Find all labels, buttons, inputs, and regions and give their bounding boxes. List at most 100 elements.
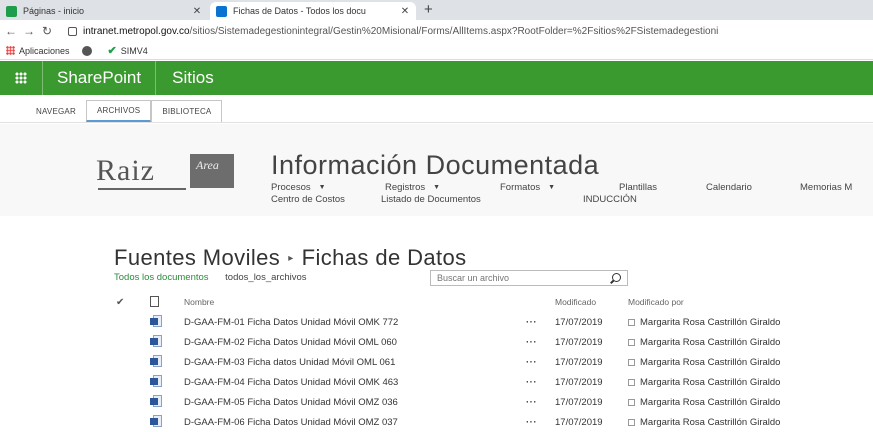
table-row[interactable]: D-GAA-FM-01 Ficha Datos Unidad Móvil OMK… [114, 312, 873, 332]
document-name-link[interactable]: D-GAA-FM-06 Ficha Datos Unidad Móvil OMZ… [184, 417, 398, 428]
tab-label: Páginas - inicio [23, 6, 85, 16]
word-doc-icon [150, 414, 166, 430]
checkmark-logo-icon: ✔ [107, 45, 117, 57]
modified-by[interactable]: Margarita Rosa Castrillón Giraldo [628, 377, 780, 388]
document-name-link[interactable]: D-GAA-FM-02 Ficha Datos Unidad Móvil OML… [184, 337, 397, 348]
browser-tab-strip: Páginas - inicio ✕ Fichas de Datos - Tod… [0, 0, 873, 20]
nav-label: Registros [385, 182, 426, 193]
chevron-down-icon: ▼ [548, 184, 556, 191]
site-logo[interactable]: Raiz Area [96, 150, 246, 192]
tab-archivos[interactable]: ARCHIVOS [85, 100, 152, 122]
search-icon[interactable] [612, 273, 621, 282]
modified-by-name: Margarita Rosa Castrillón Giraldo [640, 336, 781, 348]
close-icon[interactable]: ✕ [190, 6, 204, 17]
more-options-icon[interactable]: ··· [526, 357, 537, 368]
tab-navegar[interactable]: NAVEGAR [26, 100, 86, 122]
app-launcher-button[interactable] [0, 61, 42, 95]
more-options-icon[interactable]: ··· [526, 317, 537, 328]
nav-item-centro-de-costos[interactable]: Centro de Costos [271, 194, 345, 205]
site-title[interactable]: Información Documentada [271, 150, 599, 181]
nav-label: Formatos [500, 182, 541, 193]
word-doc-icon [150, 354, 166, 370]
chevron-down-icon: ▼ [433, 184, 441, 191]
nav-item-formatos[interactable]: Formatos ▼ [500, 182, 555, 193]
url-field[interactable]: intranet.metropol.gov.co/sitios/Sistemad… [83, 26, 718, 37]
modified-by[interactable]: Margarita Rosa Castrillón Giraldo [628, 417, 780, 428]
area-logo-badge: Area [190, 154, 234, 188]
suite-brand-link[interactable]: SharePoint [42, 61, 157, 95]
lock-icon[interactable] [68, 26, 77, 36]
browser-tab-paginas-inicio[interactable]: Páginas - inicio ✕ [0, 2, 208, 20]
nav-item-procesos[interactable]: Procesos ▼ [271, 182, 326, 193]
bookmark-globe[interactable] [81, 45, 96, 56]
reload-icon[interactable]: ↻ [40, 24, 54, 38]
modified-date: 17/07/2019 [555, 356, 603, 368]
breadcrumb-parent-link[interactable]: Fuentes Moviles [114, 245, 280, 270]
document-name-link[interactable]: D-GAA-FM-05 Ficha Datos Unidad Móvil OMZ… [184, 397, 398, 408]
back-arrow-icon[interactable]: ← [4, 24, 18, 38]
modified-date: 17/07/2019 [555, 376, 603, 388]
nav-item-listado-de-documentos[interactable]: Listado de Documentos [381, 194, 481, 205]
nav-item-registros[interactable]: Registros ▼ [385, 182, 440, 193]
browser-tab-fichas-de-datos[interactable]: Fichas de Datos - Todos los docu ✕ [210, 2, 416, 20]
select-all-checkmark-icon[interactable]: ✔ [116, 297, 128, 308]
presence-icon [628, 358, 635, 366]
ribbon-tabs: NAVEGAR ARCHIVOS BIBLIOTECA [0, 95, 873, 123]
table-row[interactable]: D-GAA-FM-02 Ficha Datos Unidad Móvil OML… [114, 332, 873, 352]
sharepoint-suite-bar: SharePoint Sitios [0, 61, 873, 95]
sharepoint-blue-icon [216, 5, 227, 17]
nav-item-memorias[interactable]: Memorias M [800, 182, 852, 193]
bookmark-simv4[interactable]: ✔ SIMV4 [108, 44, 148, 57]
modified-date: 17/07/2019 [555, 336, 603, 348]
document-name-link[interactable]: D-GAA-FM-01 Ficha Datos Unidad Móvil OMK… [184, 317, 398, 328]
nav-item-calendario[interactable]: Calendario [706, 182, 752, 193]
globe-icon [81, 45, 92, 56]
logo-box-text: Area [196, 158, 219, 172]
document-name-link[interactable]: D-GAA-FM-03 Ficha datos Unidad Móvil OML… [184, 357, 395, 368]
presence-icon [628, 378, 635, 386]
modified-date: 17/07/2019 [555, 316, 603, 328]
logo-text: Raiz [96, 154, 155, 187]
word-doc-icon [150, 314, 166, 330]
more-options-icon[interactable]: ··· [526, 417, 537, 428]
view-todos-los-archivos[interactable]: todos_los_archivos [225, 272, 306, 283]
table-row[interactable]: D-GAA-FM-05 Ficha Datos Unidad Móvil OMZ… [114, 392, 873, 412]
nav-item-plantillas[interactable]: Plantillas [619, 182, 657, 193]
bookmark-label: SIMV4 [120, 45, 148, 56]
new-tab-icon[interactable]: + [424, 1, 433, 18]
modified-by[interactable]: Margarita Rosa Castrillón Giraldo [628, 357, 780, 368]
modified-by[interactable]: Margarita Rosa Castrillón Giraldo [628, 337, 780, 348]
address-bar: ← → ↻ intranet.metropol.gov.co/sitios/Si… [0, 20, 873, 42]
close-icon[interactable]: ✕ [398, 6, 412, 17]
tab-label: Fichas de Datos - Todos los docu [233, 6, 366, 16]
table-row[interactable]: D-GAA-FM-06 Ficha Datos Unidad Móvil OMZ… [114, 412, 873, 432]
column-header-modified[interactable]: Modificado [555, 297, 596, 307]
forward-arrow-icon[interactable]: → [22, 24, 36, 38]
table-row[interactable]: D-GAA-FM-03 Ficha datos Unidad Móvil OML… [114, 352, 873, 372]
table-row[interactable]: D-GAA-FM-04 Ficha Datos Unidad Móvil OMK… [114, 372, 873, 392]
modified-by-name: Margarita Rosa Castrillón Giraldo [640, 356, 781, 368]
view-todos-los-documentos[interactable]: Todos los documentos [114, 272, 209, 283]
breadcrumb-current: Fichas de Datos [301, 245, 467, 270]
more-options-icon[interactable]: ··· [526, 377, 537, 388]
more-options-icon[interactable]: ··· [526, 397, 537, 408]
column-header-name[interactable]: Nombre [184, 297, 214, 307]
more-options-icon[interactable]: ··· [526, 337, 537, 348]
sites-link[interactable]: Sitios [156, 68, 230, 88]
modified-by[interactable]: Margarita Rosa Castrillón Giraldo [628, 397, 780, 408]
file-type-header[interactable] [150, 295, 166, 309]
column-header-modified-by[interactable]: Modificado por [628, 297, 684, 307]
modified-by-name: Margarita Rosa Castrillón Giraldo [640, 316, 781, 328]
bookmark-aplicaciones[interactable]: Aplicaciones [6, 46, 70, 56]
nav-item-induccion[interactable]: INDUCCIÓN [583, 194, 637, 205]
document-icon [150, 295, 159, 307]
modified-date: 17/07/2019 [555, 396, 603, 408]
presence-icon [628, 338, 635, 346]
document-name-link[interactable]: D-GAA-FM-04 Ficha Datos Unidad Móvil OMK… [184, 377, 398, 388]
search-input[interactable] [431, 271, 601, 285]
nav-label: Procesos [271, 182, 311, 193]
tab-biblioteca[interactable]: BIBLIOTECA [151, 100, 223, 122]
bookmark-label: Aplicaciones [19, 45, 70, 56]
modified-by[interactable]: Margarita Rosa Castrillón Giraldo [628, 317, 780, 328]
breadcrumb-separator-icon: ▸ [288, 253, 294, 264]
